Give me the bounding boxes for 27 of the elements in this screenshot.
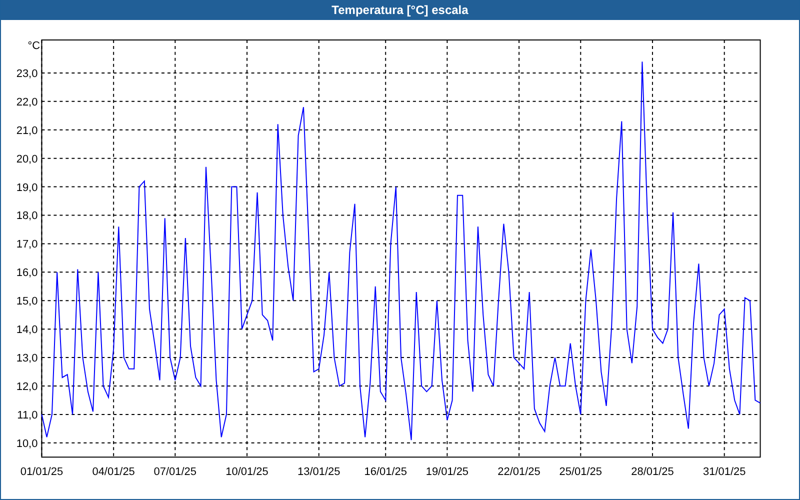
axis-tick-label: 07/01/25: [154, 466, 197, 478]
axis-tick-label: 25/01/25: [559, 466, 602, 478]
axis-tick-label: 28/01/25: [631, 466, 674, 478]
axis-tick-label: 31/01/25: [703, 466, 746, 478]
axis-tick-label: 15,0: [16, 296, 38, 308]
axis-tick-label: 17,0: [16, 238, 38, 251]
axis-tick-label: 01/01/25: [20, 466, 64, 478]
axis-tick-label: 19,0: [16, 182, 38, 194]
axis-tick-label: 19/01/25: [426, 466, 469, 478]
axis-tick-label: 10,0: [16, 438, 38, 450]
axis-tick-label: 11,0: [17, 409, 38, 422]
axis-tick-label: 20,0: [16, 153, 38, 166]
axis-tick-label: 14,0: [16, 324, 38, 336]
axis-tick-label: 16/01/25: [364, 466, 407, 478]
axis-tick-label: 12,0: [16, 380, 38, 393]
axis-tick-label: 13/01/25: [298, 466, 340, 478]
axis-tick-label: 16,0: [16, 267, 38, 280]
axis-tick-label: 22/01/25: [498, 466, 540, 478]
axis-tick-label: 10/01/25: [226, 466, 268, 478]
axis-tick-label: 18,0: [16, 210, 38, 222]
axis-tick-label: 21,0: [16, 124, 38, 137]
axis-tick-label: 22,0: [16, 96, 38, 108]
axis-tick-label: 04/01/25: [92, 466, 135, 478]
window-title: Temperatura [°C] escala: [332, 2, 468, 17]
axis-tick-label: 23,0: [16, 68, 38, 80]
axis-unit-label: °C: [28, 40, 40, 52]
axis-tick-label: 13,0: [16, 352, 38, 364]
